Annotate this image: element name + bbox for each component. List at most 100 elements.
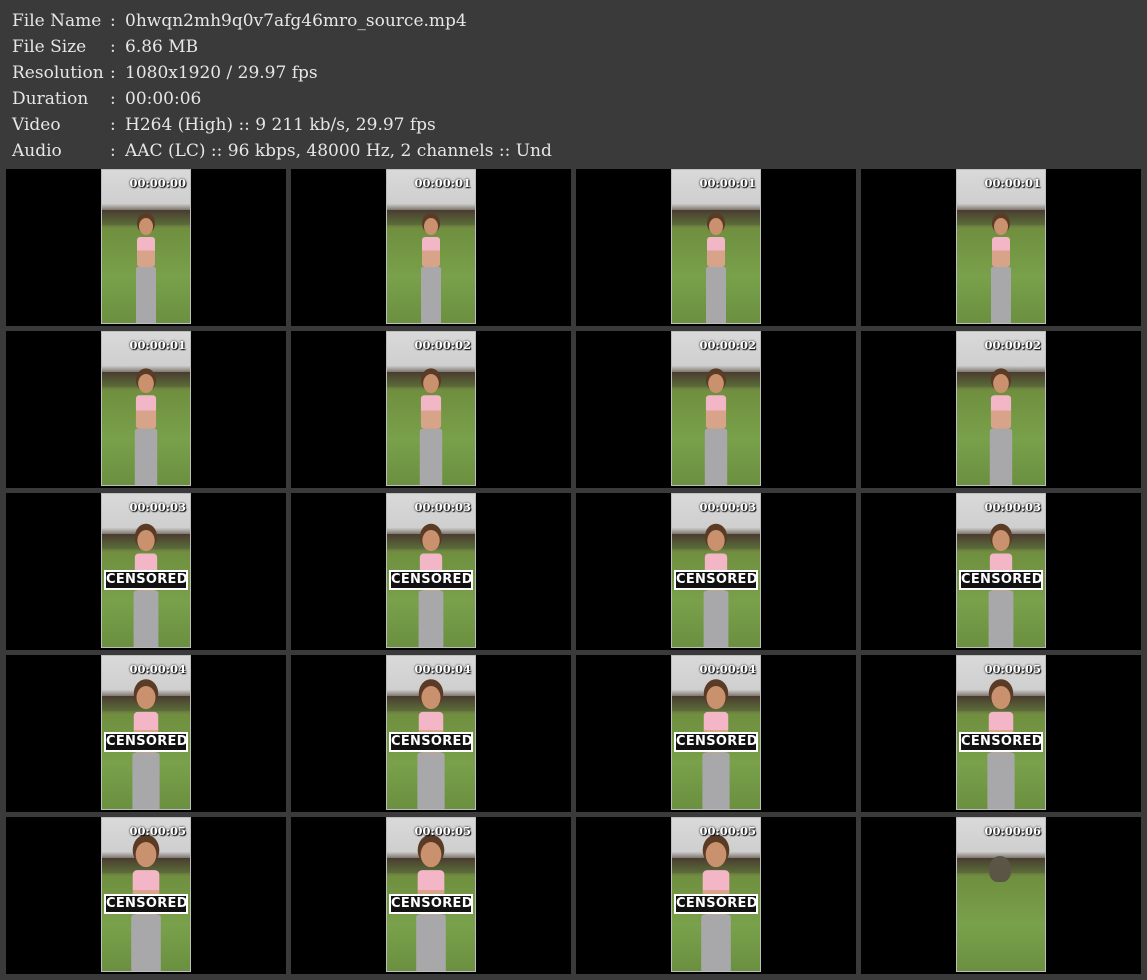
info-separator: : (110, 11, 116, 31)
info-key: Video (12, 115, 61, 135)
thumbnail-cell: 00:00:02 (576, 331, 856, 488)
person-figure (986, 218, 1016, 323)
censored-label: CENSORED (674, 732, 758, 752)
censored-label: CENSORED (674, 570, 758, 590)
person-head (138, 374, 154, 394)
video-frame: 00:00:04 CENSORED (386, 655, 476, 810)
person-figure (416, 218, 446, 323)
video-frame: 00:00:01 (386, 169, 476, 324)
thumbnail-cell: 00:00:00 (6, 169, 286, 326)
info-row: File Name:0hwqn2mh9q0v7afg46mro_source.m… (12, 8, 1132, 34)
info-value: H264 (High) :: 9 211 kb/s, 29.97 fps (125, 115, 436, 135)
timestamp: 00:00:01 (699, 176, 756, 190)
timestamp: 00:00:04 (129, 662, 186, 676)
timestamp: 00:00:05 (414, 824, 471, 838)
person-legs (136, 267, 156, 323)
timestamp: 00:00:04 (699, 662, 756, 676)
person-head (707, 530, 725, 552)
person-legs (421, 267, 441, 323)
info-value: 00:00:06 (125, 89, 202, 109)
tree (989, 856, 1011, 882)
timestamp: 00:00:05 (699, 824, 756, 838)
person-head (136, 686, 156, 710)
thumbnail-cell: 00:00:01 (291, 169, 571, 326)
video-frame: 00:00:01 (671, 169, 761, 324)
person-figure (699, 374, 733, 485)
person-torso (137, 237, 155, 267)
video-frame: 00:00:05 CENSORED (386, 817, 476, 972)
info-row: Resolution:1080x1920 / 29.97 fps (12, 60, 1132, 86)
info-separator: : (110, 63, 116, 83)
timestamp: 00:00:01 (984, 176, 1041, 190)
censored-label: CENSORED (674, 894, 758, 914)
person-head (993, 374, 1009, 394)
video-frame: 00:00:03 CENSORED (101, 493, 191, 648)
person-torso (705, 395, 727, 429)
thumbnail-cell: 00:00:03 CENSORED (6, 493, 286, 650)
video-frame: 00:00:02 (386, 331, 476, 486)
person-legs (133, 590, 159, 647)
censored-label: CENSORED (104, 732, 188, 752)
censored-label: CENSORED (104, 894, 188, 914)
video-frame: 00:00:06 (956, 817, 1046, 972)
person-legs (419, 428, 443, 485)
info-key: Duration (12, 89, 89, 109)
censored-label: CENSORED (959, 570, 1043, 590)
person-legs (134, 428, 158, 485)
person-figure (414, 374, 448, 485)
thumbnail-cell: 00:00:03 CENSORED (576, 493, 856, 650)
thumbnail-cell: 00:00:01 (861, 169, 1141, 326)
person-torso (135, 395, 157, 429)
video-frame: 00:00:01 (956, 169, 1046, 324)
person-legs (131, 914, 161, 971)
person-head (135, 842, 157, 868)
person-figure (129, 374, 163, 485)
person-torso (420, 395, 442, 429)
person-head (137, 530, 155, 552)
timestamp: 00:00:02 (984, 338, 1041, 352)
info-row: Video: H264 (High) :: 9 211 kb/s, 29.97 f… (12, 112, 1132, 138)
timestamp: 00:00:03 (129, 500, 186, 514)
timestamp: 00:00:00 (129, 176, 186, 190)
person-figure (701, 218, 731, 323)
thumbnail-cell: 00:00:01 (6, 331, 286, 488)
person-head (420, 842, 442, 868)
person-legs (416, 914, 446, 971)
timestamp: 00:00:05 (984, 662, 1041, 676)
info-key: File Size (12, 37, 87, 57)
thumbnail-cell: 00:00:06 (861, 817, 1141, 974)
person-torso (990, 395, 1012, 429)
thumbnail-cell: 00:00:04 CENSORED (6, 655, 286, 812)
video-frame: 00:00:01 (101, 331, 191, 486)
person-head (424, 218, 438, 235)
person-torso (422, 237, 440, 267)
video-frame: 00:00:04 CENSORED (671, 655, 761, 810)
person-head (709, 218, 723, 235)
person-torso (992, 237, 1010, 267)
person-head (991, 686, 1011, 710)
person-head (706, 686, 726, 710)
timestamp: 00:00:03 (984, 500, 1041, 514)
info-separator: : (110, 115, 116, 135)
info-row: File Size:6.86 MB (12, 34, 1132, 60)
video-frame: 00:00:02 (956, 331, 1046, 486)
person-head (422, 530, 440, 552)
media-info-panel: File Name:0hwqn2mh9q0v7afg46mro_source.m… (12, 8, 1132, 168)
person-head (994, 218, 1008, 235)
censored-label: CENSORED (389, 732, 473, 752)
info-separator: : (110, 37, 116, 57)
info-key: File Name (12, 11, 102, 31)
info-row: Audio: AAC (LC) :: 96 kbps, 48000 Hz, 2 c… (12, 138, 1132, 164)
person-legs (701, 914, 731, 971)
thumbnail-cell: 00:00:03 CENSORED (861, 493, 1141, 650)
person-head (708, 374, 724, 394)
person-figure (131, 218, 161, 323)
info-value: 6.86 MB (125, 37, 199, 57)
censored-label: CENSORED (389, 894, 473, 914)
timestamp: 00:00:05 (129, 824, 186, 838)
info-separator: : (110, 89, 116, 109)
info-value: AAC (LC) :: 96 kbps, 48000 Hz, 2 channel… (125, 141, 552, 161)
video-frame: 00:00:05 CENSORED (101, 817, 191, 972)
info-row: Duration:00:00:06 (12, 86, 1132, 112)
info-value: 0hwqn2mh9q0v7afg46mro_source.mp4 (125, 11, 467, 31)
